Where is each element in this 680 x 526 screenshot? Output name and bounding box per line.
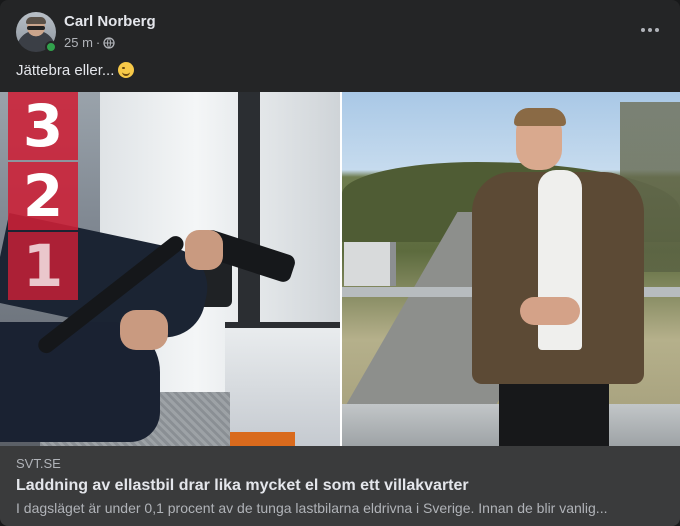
reporter-photo [342, 92, 680, 446]
post-text: Jättebra eller... [16, 62, 135, 79]
link-preview-footer[interactable]: SVT.SE Laddning av ellastbil drar lika m… [0, 446, 680, 526]
countdown-digit: 3 [8, 92, 78, 160]
avatar-hair [26, 17, 46, 24]
distant-truck [344, 242, 396, 286]
dot-icon [655, 28, 659, 32]
reporter-hair [514, 108, 566, 126]
dot-icon [648, 28, 652, 32]
charging-photo: 3 2 1 [0, 92, 340, 446]
post-meta: 25 m · [64, 35, 115, 50]
reporter-hands [520, 297, 580, 325]
countdown-digit: 1 [8, 232, 78, 300]
truck-grille [225, 322, 340, 446]
hand [185, 230, 223, 270]
author-name[interactable]: Carl Norberg [64, 13, 156, 30]
link-description: I dagsläget är under 0,1 procent av de t… [16, 500, 608, 516]
hand [120, 310, 168, 350]
link-title: Laddning av ellastbil drar lika mycket e… [16, 477, 469, 494]
avatar-glasses [27, 26, 45, 30]
link-domain: SVT.SE [16, 456, 61, 471]
dot-icon [641, 28, 645, 32]
reporter-legs [499, 382, 609, 446]
more-options-button[interactable] [632, 12, 668, 48]
link-preview-image[interactable]: 3 2 1 [0, 92, 680, 446]
globe-icon [103, 36, 115, 49]
post-text-content: Jättebra eller... [16, 62, 115, 79]
post-card: Carl Norberg 25 m · Jättebra eller... 3 … [0, 0, 680, 526]
smirk-emoji-icon [118, 62, 135, 78]
countdown-digit: 2 [8, 162, 78, 230]
post-header: Carl Norberg 25 m · [16, 12, 664, 56]
meta-separator: · [95, 35, 101, 50]
truck-headlight [225, 432, 295, 446]
post-time[interactable]: 25 m [64, 35, 93, 50]
countdown-overlay: 3 2 1 [8, 92, 78, 302]
online-status-icon [45, 41, 57, 53]
